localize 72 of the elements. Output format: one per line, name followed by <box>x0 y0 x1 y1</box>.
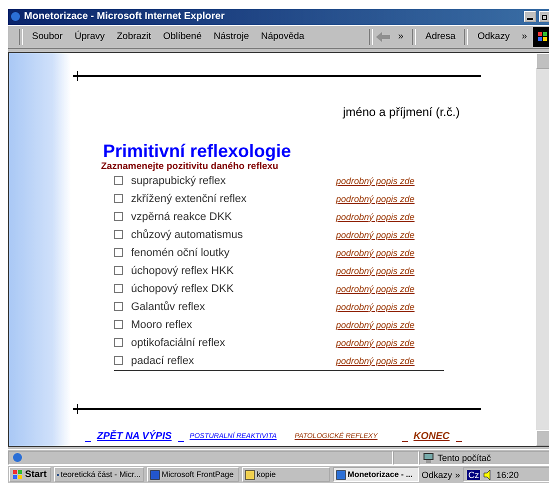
minimize-button[interactable] <box>524 11 536 22</box>
reflex-label: Mooro reflex <box>131 318 194 331</box>
name-label: jméno a příjmení (r.č.) <box>343 104 460 119</box>
taskbar-button[interactable]: kopie <box>242 467 330 482</box>
reflex-label: úchopový reflex HKK <box>131 264 235 277</box>
detail-link[interactable]: podrobný popis zde <box>336 284 415 294</box>
checkbox[interactable] <box>114 266 123 276</box>
app-icon <box>336 470 346 480</box>
start-button[interactable]: Start <box>9 467 51 482</box>
detail-link[interactable]: podrobný popis zde <box>336 320 415 330</box>
menu-item[interactable]: Soubor <box>26 31 69 42</box>
computer-icon <box>423 452 434 463</box>
checkbox[interactable] <box>114 356 123 366</box>
app-icon <box>244 470 255 480</box>
detail-link[interactable]: podrobný popis zde <box>336 356 415 366</box>
checkbox[interactable] <box>114 176 123 186</box>
menu-item[interactable]: Nápověda <box>255 31 310 42</box>
reflex-label: Galantův reflex <box>131 300 206 313</box>
detail-link[interactable]: podrobný popis zde <box>336 266 415 276</box>
checkbox[interactable] <box>114 248 123 258</box>
speaker-icon[interactable] <box>483 470 494 480</box>
page-heading: Primitivní reflexologie <box>103 140 292 161</box>
links-label[interactable]: Odkazy <box>422 470 452 480</box>
menu-item[interactable]: Nástroje <box>208 31 255 42</box>
checkbox[interactable] <box>114 338 123 348</box>
checkbox[interactable] <box>114 320 123 330</box>
checkbox[interactable] <box>114 302 123 312</box>
links-label[interactable]: Odkazy <box>471 31 516 42</box>
menu-item[interactable]: Zobrazit <box>110 31 158 42</box>
taskbar-button[interactable]: Monetorizace - ... <box>332 467 419 482</box>
reflex-label: fenomén oční loutky <box>131 246 230 259</box>
clock: 16:20 <box>496 470 519 480</box>
taskbar-button[interactable]: teoretická část - Micr... <box>54 467 144 482</box>
window-title: Monetorizace - Microsoft Internet Explorer <box>24 11 226 22</box>
reflex-label: vzpěrná reakce DKK <box>131 210 233 223</box>
reflex-label: suprapubický reflex <box>131 174 227 187</box>
detail-link[interactable]: podrobný popis zde <box>336 248 415 258</box>
checkbox[interactable] <box>114 230 123 240</box>
windows-logo-icon <box>533 26 549 47</box>
browser-icon <box>12 452 23 464</box>
nav-link[interactable]: ZPĚT NA VÝPIS <box>97 430 172 442</box>
windows-logo-icon <box>13 470 23 480</box>
browser-icon <box>10 11 21 22</box>
zone-label: Tento počítač <box>437 452 491 463</box>
instruction-text: Zaznamenejte pozitivitu daného reflexu <box>101 160 278 172</box>
nav-link[interactable]: KONEC <box>414 430 450 442</box>
detail-link[interactable]: podrobný popis zde <box>336 176 415 186</box>
detail-link[interactable]: podrobný popis zde <box>336 338 415 348</box>
checkbox[interactable] <box>114 284 123 294</box>
checkbox[interactable] <box>114 194 123 204</box>
address-label: Adresa <box>424 31 456 42</box>
checkbox[interactable] <box>114 212 123 222</box>
menu-item[interactable]: Úpravy <box>68 31 111 42</box>
restore-icon <box>542 13 548 20</box>
toolbar-chevron[interactable]: » <box>392 31 410 42</box>
menu-item[interactable]: Oblíbené <box>157 31 208 42</box>
app-icon <box>150 470 160 480</box>
taskbar-button[interactable]: Microsoft FrontPage <box>146 467 239 482</box>
detail-link[interactable]: podrobný popis zde <box>336 302 415 312</box>
toolbar-chevron[interactable]: » <box>455 470 460 480</box>
reflex-label: optikofaciální reflex <box>131 336 226 349</box>
detail-link[interactable]: podrobný popis zde <box>336 194 415 204</box>
scrollbar[interactable] <box>536 52 549 446</box>
reflex-label: zkřížený extenční reflex <box>131 192 248 205</box>
language-indicator[interactable]: Cz <box>467 470 480 480</box>
reflex-label: úchopový reflex DKK <box>131 282 235 295</box>
reflex-label: padací reflex <box>131 354 195 367</box>
detail-link[interactable]: podrobný popis zde <box>336 212 415 222</box>
reflex-label: chůzový automatismus <box>131 228 244 241</box>
detail-link[interactable]: podrobný popis zde <box>336 230 415 240</box>
restore-button[interactable] <box>539 11 549 22</box>
toolbar-chevron[interactable]: » <box>516 31 533 42</box>
